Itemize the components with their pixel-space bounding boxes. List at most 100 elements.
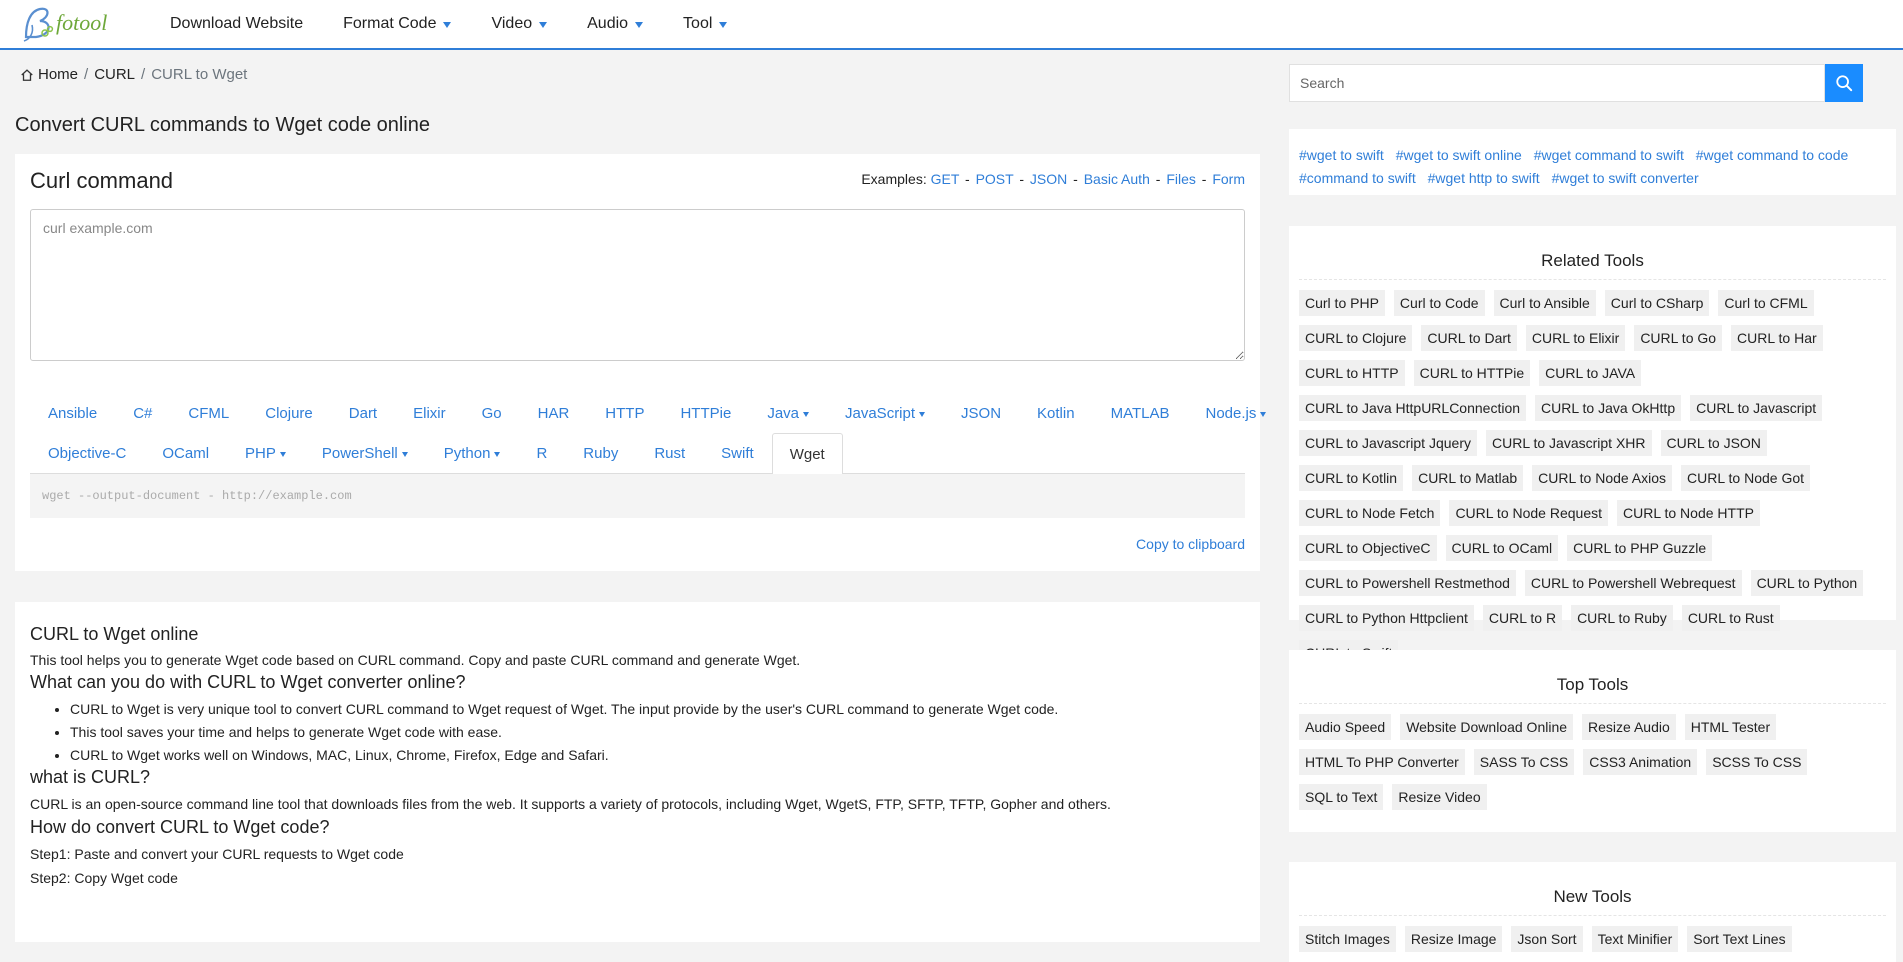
tool-link-curl-to-javascript-jquery[interactable]: CURL to Javascript Jquery xyxy=(1299,430,1477,456)
tab-node-js[interactable]: Node.js xyxy=(1187,392,1284,433)
tag-link[interactable]: #wget http to swift xyxy=(1428,170,1540,186)
tool-link-audio-speed[interactable]: Audio Speed xyxy=(1299,714,1392,740)
tab-matlab[interactable]: MATLAB xyxy=(1093,392,1188,433)
tool-link-curl-to-javascript-xhr[interactable]: CURL to Javascript XHR xyxy=(1485,430,1652,456)
tool-link-curl-to-ocaml[interactable]: CURL to OCaml xyxy=(1445,535,1559,561)
tool-link-curl-to-json[interactable]: CURL to JSON xyxy=(1660,430,1767,456)
tool-link-css3-animation[interactable]: CSS3 Animation xyxy=(1583,749,1698,775)
tool-link-sass-to-css[interactable]: SASS To CSS xyxy=(1473,749,1575,775)
tool-link-curl-to-clojure[interactable]: CURL to Clojure xyxy=(1299,325,1413,351)
tool-link-website-download-online[interactable]: Website Download Online xyxy=(1400,714,1574,740)
tool-link-curl-to-java-okhttp[interactable]: CURL to Java OkHttp xyxy=(1535,395,1682,421)
tab-go[interactable]: Go xyxy=(464,392,520,433)
breadcrumb-home[interactable]: Home xyxy=(20,66,78,83)
tool-link-curl-to-ruby[interactable]: CURL to Ruby xyxy=(1571,605,1673,631)
tab-powershell[interactable]: PowerShell xyxy=(304,433,426,473)
tool-link-curl-to-http[interactable]: CURL to HTTP xyxy=(1299,360,1405,386)
tool-link-curl-to-java[interactable]: CURL to JAVA xyxy=(1539,360,1642,386)
example-link-json[interactable]: JSON xyxy=(1030,171,1067,187)
tool-link-curl-to-python-httpclient[interactable]: CURL to Python Httpclient xyxy=(1299,605,1474,631)
tab-ruby[interactable]: Ruby xyxy=(565,433,636,473)
tool-link-curl-to-php-guzzle[interactable]: CURL to PHP Guzzle xyxy=(1567,535,1713,561)
site-logo[interactable]: fotool xyxy=(20,2,130,46)
tab-wget[interactable]: Wget xyxy=(771,433,843,474)
nav-item-download-website[interactable]: Download Website xyxy=(170,15,303,33)
example-link-form[interactable]: Form xyxy=(1212,171,1245,187)
tool-link-curl-to-csharp[interactable]: Curl to CSharp xyxy=(1604,290,1710,316)
tool-link-text-minifier[interactable]: Text Minifier xyxy=(1591,926,1679,952)
tool-link-sort-text-lines[interactable]: Sort Text Lines xyxy=(1687,926,1792,952)
tool-link-scss-to-css[interactable]: SCSS To CSS xyxy=(1706,749,1808,775)
tool-link-resize-image[interactable]: Resize Image xyxy=(1404,926,1503,952)
tab-rust[interactable]: Rust xyxy=(636,433,703,473)
tab-json[interactable]: JSON xyxy=(943,392,1019,433)
tag-link[interactable]: #wget to swift online xyxy=(1396,147,1522,163)
tab-swift[interactable]: Swift xyxy=(703,433,772,473)
search-button[interactable] xyxy=(1825,64,1863,102)
tool-link-curl-to-go[interactable]: CURL to Go xyxy=(1634,325,1723,351)
wget-output[interactable]: wget --output-document - http://example.… xyxy=(30,474,1245,518)
tool-link-curl-to-php[interactable]: Curl to PHP xyxy=(1299,290,1385,316)
tool-link-curl-to-dart[interactable]: CURL to Dart xyxy=(1421,325,1517,351)
tab-r[interactable]: R xyxy=(518,433,565,473)
tab-kotlin[interactable]: Kotlin xyxy=(1019,392,1093,433)
tag-link[interactable]: #wget command to code xyxy=(1696,147,1849,163)
tool-link-curl-to-java-httpurlconnection[interactable]: CURL to Java HttpURLConnection xyxy=(1299,395,1527,421)
tab-cfml[interactable]: CFML xyxy=(170,392,247,433)
tab-javascript[interactable]: JavaScript xyxy=(827,392,943,433)
tool-link-curl-to-code[interactable]: Curl to Code xyxy=(1393,290,1485,316)
tab-php[interactable]: PHP xyxy=(227,433,304,473)
nav-item-format-code[interactable]: Format Code xyxy=(343,15,452,33)
tool-link-curl-to-node-request[interactable]: CURL to Node Request xyxy=(1449,500,1608,526)
tool-link-stitch-images[interactable]: Stitch Images xyxy=(1299,926,1396,952)
tag-link[interactable]: #command to swift xyxy=(1299,170,1416,186)
tab-har[interactable]: HAR xyxy=(520,392,588,433)
tab-ansible[interactable]: Ansible xyxy=(30,392,115,433)
tool-link-resize-audio[interactable]: Resize Audio xyxy=(1582,714,1676,740)
tool-link-sql-to-text[interactable]: SQL to Text xyxy=(1299,784,1384,810)
tool-link-curl-to-ansible[interactable]: Curl to Ansible xyxy=(1493,290,1596,316)
tool-link-curl-to-javascript[interactable]: CURL to Javascript xyxy=(1690,395,1823,421)
tab-httpie[interactable]: HTTPie xyxy=(662,392,749,433)
tool-link-curl-to-kotlin[interactable]: CURL to Kotlin xyxy=(1299,465,1404,491)
copy-to-clipboard-button[interactable]: Copy to clipboard xyxy=(1136,536,1245,552)
tool-link-json-sort[interactable]: Json Sort xyxy=(1511,926,1583,952)
example-link-files[interactable]: Files xyxy=(1166,171,1196,187)
tool-link-curl-to-cfml[interactable]: Curl to CFML xyxy=(1718,290,1814,316)
tag-link[interactable]: #wget to swift converter xyxy=(1552,170,1699,186)
tab-objective-c[interactable]: Objective-C xyxy=(30,433,144,473)
breadcrumb-curl[interactable]: CURL xyxy=(94,66,135,83)
tool-link-curl-to-node-fetch[interactable]: CURL to Node Fetch xyxy=(1299,500,1441,526)
tool-link-curl-to-powershell-restmethod[interactable]: CURL to Powershell Restmethod xyxy=(1299,570,1516,596)
example-link-get[interactable]: GET xyxy=(931,171,960,187)
tab-elixir[interactable]: Elixir xyxy=(395,392,464,433)
curl-command-input[interactable] xyxy=(30,209,1245,361)
nav-item-tool[interactable]: Tool xyxy=(683,15,728,33)
tool-link-curl-to-powershell-webrequest[interactable]: CURL to Powershell Webrequest xyxy=(1524,570,1742,596)
search-input[interactable] xyxy=(1289,64,1825,102)
tool-link-curl-to-matlab[interactable]: CURL to Matlab xyxy=(1412,465,1524,491)
nav-item-audio[interactable]: Audio xyxy=(587,15,644,33)
tool-link-html-to-php-converter[interactable]: HTML To PHP Converter xyxy=(1299,749,1465,775)
tab-clojure[interactable]: Clojure xyxy=(247,392,331,433)
tab-c[interactable]: C# xyxy=(115,392,170,433)
tab-python[interactable]: Python xyxy=(426,433,519,473)
tool-link-resize-video[interactable]: Resize Video xyxy=(1392,784,1487,810)
tool-link-curl-to-objectivec[interactable]: CURL to ObjectiveC xyxy=(1299,535,1437,561)
tag-link[interactable]: #wget command to swift xyxy=(1534,147,1684,163)
tool-link-html-tester[interactable]: HTML Tester xyxy=(1684,714,1777,740)
tab-java[interactable]: Java xyxy=(749,392,827,433)
tool-link-curl-to-node-http[interactable]: CURL to Node HTTP xyxy=(1617,500,1760,526)
tag-link[interactable]: #wget to swift xyxy=(1299,147,1384,163)
tool-link-curl-to-httpie[interactable]: CURL to HTTPie xyxy=(1413,360,1531,386)
tool-link-curl-to-har[interactable]: CURL to Har xyxy=(1731,325,1823,351)
tab-dart[interactable]: Dart xyxy=(331,392,395,433)
tool-link-curl-to-rust[interactable]: CURL to Rust xyxy=(1681,605,1780,631)
example-link-basic-auth[interactable]: Basic Auth xyxy=(1084,171,1150,187)
nav-item-video[interactable]: Video xyxy=(491,15,548,33)
tool-link-curl-to-python[interactable]: CURL to Python xyxy=(1750,570,1864,596)
tab-ocaml[interactable]: OCaml xyxy=(144,433,227,473)
tool-link-curl-to-elixir[interactable]: CURL to Elixir xyxy=(1525,325,1626,351)
tool-link-curl-to-node-axios[interactable]: CURL to Node Axios xyxy=(1532,465,1673,491)
tab-http[interactable]: HTTP xyxy=(587,392,662,433)
